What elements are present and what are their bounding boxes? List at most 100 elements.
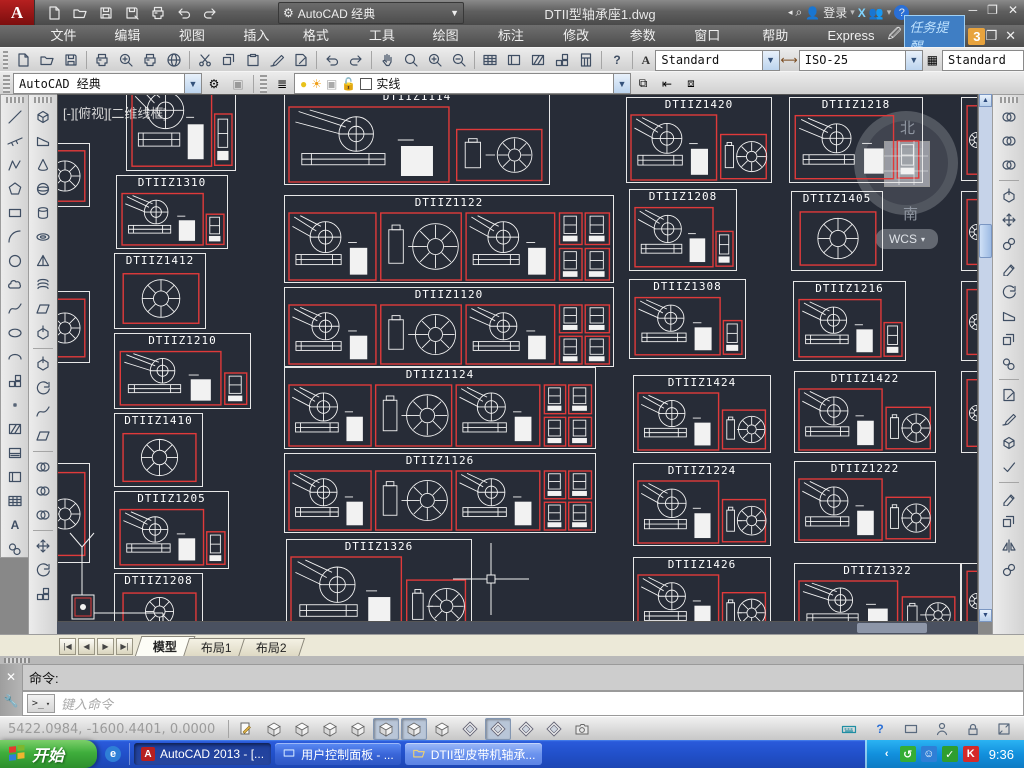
model-space-icon[interactable] bbox=[898, 718, 924, 740]
table-style-icon[interactable]: ▦ bbox=[923, 49, 942, 71]
draw-gradient-button[interactable] bbox=[2, 441, 28, 465]
edit-color-faces-button[interactable] bbox=[996, 352, 1022, 376]
toggle-ortho-mode[interactable] bbox=[317, 718, 343, 740]
scroll-down-button[interactable]: ▼ bbox=[979, 609, 992, 622]
model-planar-surface-button[interactable] bbox=[30, 297, 56, 321]
workspace-lock-icon[interactable] bbox=[960, 718, 986, 740]
tray-hide-chevron-icon[interactable]: ‹ bbox=[879, 746, 895, 762]
tab-nav-next[interactable]: ▶ bbox=[97, 638, 114, 655]
draw-hatch-button[interactable] bbox=[2, 417, 28, 441]
edit-union-button[interactable] bbox=[996, 105, 1022, 129]
layer-combo[interactable]: ● ☀ ▣ 🔓 实线 ▼ bbox=[294, 73, 631, 94]
draw-region-button[interactable] bbox=[2, 465, 28, 489]
menu-item-1[interactable]: 文件(F) bbox=[40, 25, 104, 61]
collapse-arrow-icon[interactable]: ◂ bbox=[788, 7, 793, 18]
command-wrench-icon[interactable]: 🔧 bbox=[4, 694, 19, 708]
menu-item-13[interactable]: Express bbox=[817, 25, 886, 47]
toggle-dynamic-input[interactable] bbox=[485, 718, 512, 740]
model-3d-rotate-button[interactable] bbox=[30, 558, 56, 582]
model-subtract-button[interactable] bbox=[30, 479, 56, 503]
edit-check-button[interactable] bbox=[996, 455, 1022, 479]
chevron-down-icon[interactable]: ▾ bbox=[850, 7, 855, 18]
zoom-window-button[interactable] bbox=[423, 49, 447, 71]
draw-ellipse-arc-button[interactable] bbox=[2, 345, 28, 369]
command-window-grip[interactable] bbox=[4, 658, 30, 663]
draw-add-selected-button[interactable] bbox=[2, 537, 28, 561]
layer-vp-icon[interactable]: ▣ bbox=[326, 77, 337, 91]
zoom-realtime-button[interactable] bbox=[399, 49, 423, 71]
tray-update-icon[interactable]: ↺ bbox=[899, 746, 916, 762]
doc-close-button[interactable]: ✕ bbox=[1005, 28, 1016, 44]
copy-clip-button[interactable] bbox=[217, 49, 241, 71]
menu-item-9[interactable]: 修改(M) bbox=[552, 25, 619, 61]
communication-center-icon[interactable]: 👥 bbox=[869, 6, 884, 20]
toggle-object-snap-tracking[interactable] bbox=[429, 718, 455, 740]
command-input[interactable]: >_ ▾ 键入命令 bbox=[22, 691, 1024, 716]
scroll-up-button[interactable]: ▲ bbox=[979, 94, 992, 107]
close-button[interactable]: ✕ bbox=[1008, 3, 1018, 17]
draw-circle-button[interactable] bbox=[2, 249, 28, 273]
pan-button[interactable] bbox=[375, 49, 399, 71]
toggle-selection-cycling[interactable] bbox=[569, 718, 595, 740]
edit-delete-faces-button[interactable] bbox=[996, 256, 1022, 280]
menu-item-5[interactable]: 格式(O) bbox=[292, 25, 358, 61]
tab-nav-prev[interactable]: ◀ bbox=[78, 638, 95, 655]
toggle-infer-constraints[interactable] bbox=[233, 718, 259, 740]
draw-polygon-button[interactable] bbox=[2, 177, 28, 201]
layer-color-swatch[interactable] bbox=[360, 77, 373, 90]
signin-label[interactable]: 登录 bbox=[823, 4, 847, 21]
toolbar-grip[interactable] bbox=[3, 74, 10, 93]
draw-point-button[interactable] bbox=[2, 393, 28, 417]
edit-move-faces-button[interactable] bbox=[996, 208, 1022, 232]
application-menu-button[interactable]: A bbox=[0, 0, 35, 25]
horizontal-scrollbar[interactable] bbox=[57, 622, 978, 634]
layer-unlock-icon[interactable]: 🔓 bbox=[341, 77, 356, 91]
draw-arc-button[interactable] bbox=[2, 225, 28, 249]
edit-shell-button[interactable] bbox=[996, 431, 1022, 455]
workspace-settings-icon[interactable]: ⚙ bbox=[202, 73, 226, 95]
model-extrude-button[interactable] bbox=[30, 352, 56, 376]
layer-properties-icon[interactable]: ≣ bbox=[270, 73, 294, 95]
draw-polyline-button[interactable] bbox=[2, 153, 28, 177]
model-revolve-button[interactable] bbox=[30, 376, 56, 400]
toolbar-grip[interactable] bbox=[3, 51, 9, 69]
open-button[interactable] bbox=[70, 3, 90, 22]
model-cone-button[interactable] bbox=[30, 153, 56, 177]
make-object-layer-current-icon[interactable]: ⧉ bbox=[631, 73, 655, 95]
toggle-show-transparency[interactable] bbox=[541, 718, 567, 740]
publish-button[interactable] bbox=[138, 49, 162, 71]
model-3d-move-button[interactable] bbox=[30, 534, 56, 558]
redo-button[interactable] bbox=[200, 3, 220, 22]
edit-rotate-faces-button[interactable] bbox=[996, 280, 1022, 304]
menu-item-6[interactable]: 工具(T) bbox=[358, 25, 422, 61]
save-button[interactable] bbox=[96, 3, 116, 22]
draw-ellipse-button[interactable] bbox=[2, 321, 28, 345]
edit-copy-faces-button[interactable] bbox=[996, 328, 1022, 352]
draw-revision-cloud-button[interactable] bbox=[2, 273, 28, 297]
draw-line-button[interactable] bbox=[2, 105, 28, 129]
properties-button[interactable] bbox=[478, 49, 502, 71]
zoom-previous-button[interactable] bbox=[447, 49, 471, 71]
edit-imprint-button[interactable] bbox=[996, 383, 1022, 407]
annotation-scale-icon[interactable] bbox=[929, 718, 955, 740]
saveas-button[interactable] bbox=[122, 3, 142, 22]
search-icon[interactable]: ⌕ bbox=[796, 5, 803, 20]
taskbar-button-3[interactable]: DTII型皮带机轴承... bbox=[404, 743, 543, 765]
layer-freeze-sun-icon[interactable]: ☀ bbox=[311, 77, 322, 91]
model-torus-button[interactable] bbox=[30, 225, 56, 249]
layer-states-icon[interactable]: ⧈ bbox=[679, 73, 703, 95]
edit-offset-button[interactable] bbox=[996, 558, 1022, 582]
edit-copy-button[interactable] bbox=[996, 510, 1022, 534]
clean-screen-icon[interactable] bbox=[991, 718, 1017, 740]
draw-rectangle-button[interactable] bbox=[2, 201, 28, 225]
model-intersect-button[interactable] bbox=[30, 503, 56, 527]
edit-extrude-faces-button[interactable] bbox=[996, 184, 1022, 208]
model-3d-array-button[interactable] bbox=[30, 582, 56, 606]
model-sphere-button[interactable] bbox=[30, 177, 56, 201]
command-close-icon[interactable]: ✕ bbox=[6, 670, 16, 684]
menu-item-8[interactable]: 标注(N) bbox=[487, 25, 552, 61]
model-presspull-button[interactable] bbox=[30, 321, 56, 345]
toggle-snap-mode[interactable] bbox=[261, 718, 287, 740]
layer-previous-icon[interactable]: ⇤ bbox=[655, 73, 679, 95]
edit-intersect-button[interactable] bbox=[996, 153, 1022, 177]
